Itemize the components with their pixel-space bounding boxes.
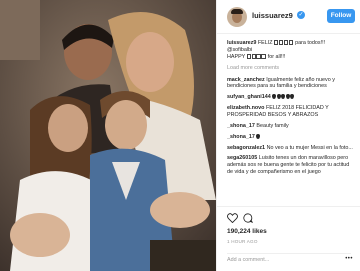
post-photo[interactable] [0, 0, 216, 271]
caption: luissuarez9 FELIZ para todos!!! @sofibal… [227, 40, 355, 61]
heart-icon[interactable] [227, 213, 238, 223]
missing-glyph-boxes [246, 53, 267, 60]
caption-username[interactable]: luissuarez9 [227, 40, 256, 46]
missing-glyph-boxes [274, 40, 294, 46]
caption-line3-start: HAPPY [227, 54, 246, 60]
missing-glyph-box [246, 53, 252, 59]
comment-username[interactable]: elizabeth.novo [227, 105, 264, 111]
comment-icon[interactable] [243, 213, 253, 223]
comment-username[interactable]: mack_zanchez [227, 77, 265, 83]
missing-glyph-box [283, 40, 289, 45]
caption-text-end: para todos!!! [295, 40, 326, 47]
post-header: luissuarez9 ✓ Follow [217, 0, 360, 34]
load-more-comments-link[interactable]: Load more comments [227, 65, 355, 72]
comment-username[interactable]: sebagonzalez1 [227, 145, 265, 151]
comment-row: sega260105 Luisito tenes un don maravill… [227, 155, 355, 175]
caption-text-start: FELIZ [257, 40, 273, 47]
post-side-panel: luissuarez9 ✓ Follow luissuarez9 FELIZ p… [216, 0, 360, 271]
comment-row: _shona_17 [227, 133, 355, 141]
comment-row: mack_zanchez Igualmente feliz año nuevo … [227, 77, 355, 91]
emoji-drop-icon [256, 133, 261, 139]
emoji-drop-icon [285, 94, 290, 100]
follow-button[interactable]: Follow [327, 9, 355, 23]
header-username[interactable]: luissuarez9 [252, 11, 293, 20]
likes-count[interactable]: 190,224 likes [227, 228, 267, 235]
comments-list[interactable]: luissuarez9 FELIZ para todos!!! @sofibal… [227, 40, 355, 203]
emoji-drop-icon [281, 94, 286, 100]
emoji-drop-icon [290, 94, 295, 100]
emoji-drop-icon [272, 94, 277, 100]
comment-row: elizabeth.novo FELIZ 2018 FELICIDAD Y PR… [227, 105, 355, 119]
missing-glyph-box [251, 53, 256, 59]
caption-mention[interactable]: @sofibalbi [227, 47, 355, 54]
missing-glyph-box [288, 40, 294, 45]
missing-glyph-box [261, 53, 266, 59]
comment-text: Beauty family [256, 122, 289, 129]
caption-line3-end: for all!!! [267, 54, 286, 60]
comment-username[interactable]: _shona_17 [227, 123, 255, 129]
missing-glyph-box [274, 40, 279, 45]
post-time: 1 HOUR AGO [227, 239, 258, 244]
missing-glyph-box [278, 40, 284, 45]
comment-row: _shona_17 Beauty family [227, 123, 355, 130]
comment-username[interactable]: _shona_17 [227, 134, 255, 140]
post-actions: 190,224 likes 1 HOUR AGO Add a comment..… [217, 206, 360, 271]
emoji-drop-icon [276, 94, 281, 100]
add-comment-input[interactable]: Add a comment... [227, 253, 351, 265]
verified-badge-icon: ✓ [297, 11, 305, 19]
comment-row: sebagonzalez1 No veo a tu mujer Messi en… [227, 145, 355, 152]
comment-username[interactable]: sufyan_ghani144 [227, 94, 271, 100]
comment-row: sufyan_ghani144 [227, 94, 355, 101]
comment-username[interactable]: sega260105 [227, 155, 257, 161]
comment-text: No veo a tu mujer Messi en la foto... [266, 144, 353, 151]
avatar[interactable] [227, 7, 247, 27]
more-options-icon[interactable]: ••• [345, 256, 353, 262]
instagram-post: luissuarez9 ✓ Follow luissuarez9 FELIZ p… [0, 0, 360, 271]
missing-glyph-box [256, 53, 261, 59]
